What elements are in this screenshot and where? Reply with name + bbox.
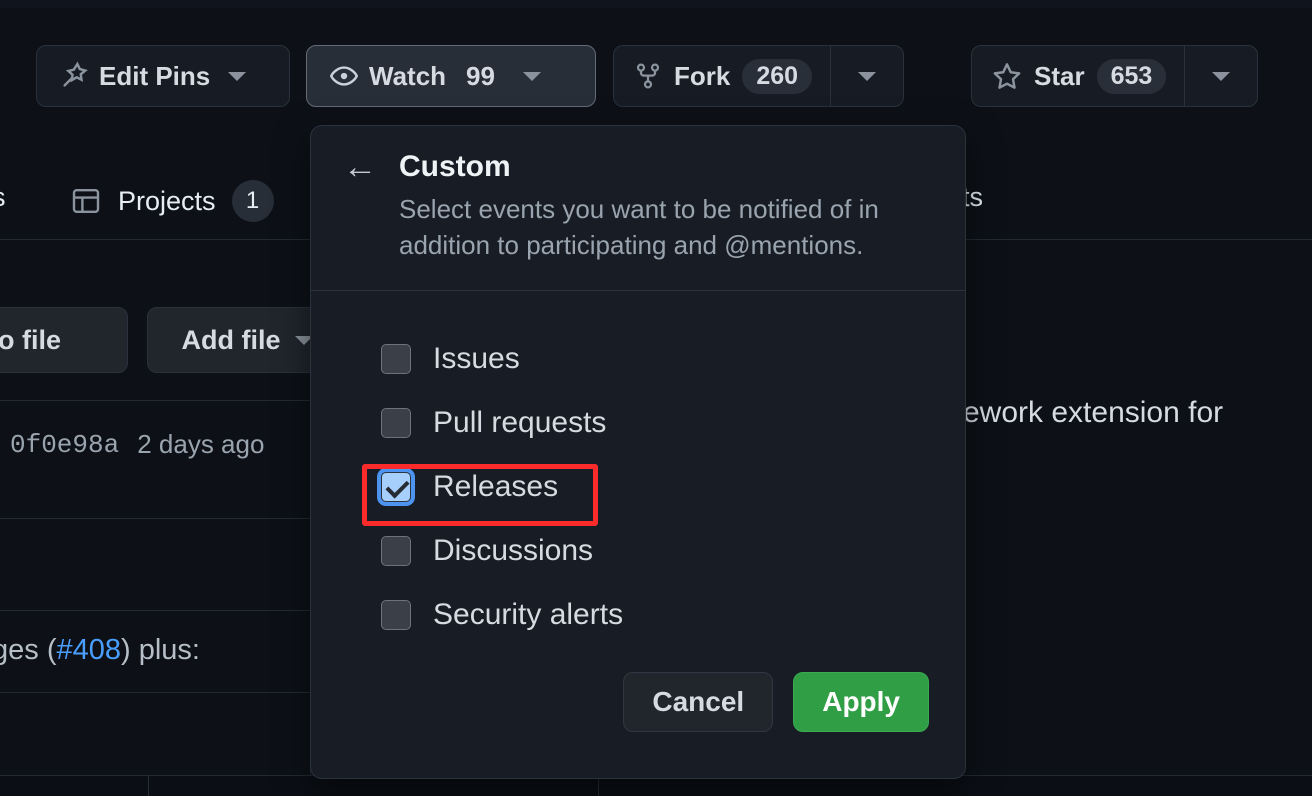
back-arrow-icon[interactable]: ← bbox=[343, 150, 377, 184]
option-row-pull-requests[interactable]: Pull requests bbox=[311, 391, 965, 455]
sidebar-item-projects[interactable]: Projects 1 bbox=[70, 180, 274, 222]
chevron-down-icon bbox=[228, 72, 246, 81]
option-row-issues[interactable]: Issues bbox=[311, 327, 965, 391]
bottom-rule-2 bbox=[598, 776, 599, 796]
readme-text: ges (#408) plus: bbox=[0, 634, 200, 667]
option-label-releases: Releases bbox=[433, 470, 558, 504]
option-label-issues: Issues bbox=[433, 342, 520, 376]
dropdown-title-row: ← Custom bbox=[343, 150, 933, 184]
eye-icon bbox=[329, 61, 359, 91]
edit-pins-label: Edit Pins bbox=[99, 61, 210, 92]
star-dropdown-button[interactable] bbox=[1184, 45, 1258, 107]
watch-label: Watch bbox=[369, 61, 446, 92]
chevron-down-icon[interactable] bbox=[523, 72, 541, 81]
file-list-divider-1 bbox=[0, 518, 311, 519]
dropdown-subtitle: Select events you want to be notified of… bbox=[343, 192, 883, 264]
dropdown-header: ← Custom Select events you want to be no… bbox=[311, 126, 965, 290]
star-icon bbox=[992, 61, 1022, 91]
apply-button[interactable]: Apply bbox=[793, 672, 929, 732]
checkbox-pull-requests[interactable] bbox=[381, 408, 411, 438]
option-row-security-alerts[interactable]: Security alerts bbox=[311, 583, 965, 647]
option-label-security-alerts: Security alerts bbox=[433, 598, 623, 632]
option-label-discussions: Discussions bbox=[433, 534, 593, 568]
fork-icon bbox=[634, 62, 662, 90]
bottom-rule bbox=[148, 776, 149, 796]
star-label: Star bbox=[1034, 61, 1085, 92]
option-label-pull-requests: Pull requests bbox=[433, 406, 606, 440]
issue-link[interactable]: #408 bbox=[56, 634, 121, 666]
nav-tab-truncated-left[interactable]: s bbox=[0, 182, 6, 213]
star-button-group: Star 653 bbox=[971, 45, 1258, 107]
fork-button[interactable]: Fork 260 bbox=[613, 45, 830, 107]
pin-icon bbox=[59, 61, 89, 91]
cancel-button[interactable]: Cancel bbox=[623, 672, 773, 732]
chevron-down-icon bbox=[858, 72, 876, 81]
dropdown-action-buttons: Cancel Apply bbox=[311, 672, 965, 732]
fork-count: 260 bbox=[742, 59, 812, 94]
readme-fragment-before: ges ( bbox=[0, 634, 56, 666]
projects-count-badge: 1 bbox=[232, 180, 274, 222]
fork-button-group: Fork 260 bbox=[613, 45, 904, 107]
option-row-releases[interactable]: Releases bbox=[311, 455, 965, 519]
table-icon bbox=[70, 185, 102, 217]
checkbox-discussions[interactable] bbox=[381, 536, 411, 566]
go-to-file-button[interactable]: to file bbox=[0, 307, 128, 373]
repo-action-bar: Edit Pins Watch 99 bbox=[0, 45, 1312, 109]
sidebar-item-label: Projects bbox=[118, 186, 216, 217]
star-button[interactable]: Star 653 bbox=[971, 45, 1184, 107]
cancel-label: Cancel bbox=[652, 686, 744, 718]
checkbox-security-alerts[interactable] bbox=[381, 600, 411, 630]
chevron-down-icon bbox=[1212, 72, 1230, 81]
commit-sha[interactable]: 0f0e98a bbox=[10, 430, 119, 460]
file-list-divider-2 bbox=[0, 610, 311, 611]
go-to-file-label: to file bbox=[0, 325, 61, 356]
checkbox-issues[interactable] bbox=[381, 344, 411, 374]
apply-label: Apply bbox=[822, 686, 900, 718]
file-list-divider-3 bbox=[0, 692, 311, 693]
repo-description: ework extension for bbox=[963, 396, 1223, 430]
fork-label: Fork bbox=[674, 61, 730, 92]
page-title: Custom bbox=[399, 150, 511, 184]
fork-dropdown-button[interactable] bbox=[830, 45, 904, 107]
watch-count: 99 bbox=[466, 61, 495, 92]
watch-custom-dropdown: ← Custom Select events you want to be no… bbox=[310, 125, 966, 779]
checkbox-releases[interactable] bbox=[381, 472, 411, 502]
commit-timestamp: 2 days ago bbox=[137, 429, 264, 460]
notification-options-list: Issues Pull requests Releases Discussion… bbox=[311, 291, 965, 653]
readme-fragment-after: ) plus: bbox=[121, 634, 200, 666]
watch-button[interactable]: Watch 99 bbox=[306, 45, 596, 107]
latest-commit-row: 0f0e98a 2 days ago bbox=[0, 400, 311, 488]
screen-root: Edit Pins Watch 99 bbox=[0, 0, 1312, 796]
edit-pins-button[interactable]: Edit Pins bbox=[36, 45, 290, 107]
option-row-discussions[interactable]: Discussions bbox=[311, 519, 965, 583]
add-file-label: Add file bbox=[182, 325, 281, 356]
star-count: 653 bbox=[1097, 59, 1167, 94]
